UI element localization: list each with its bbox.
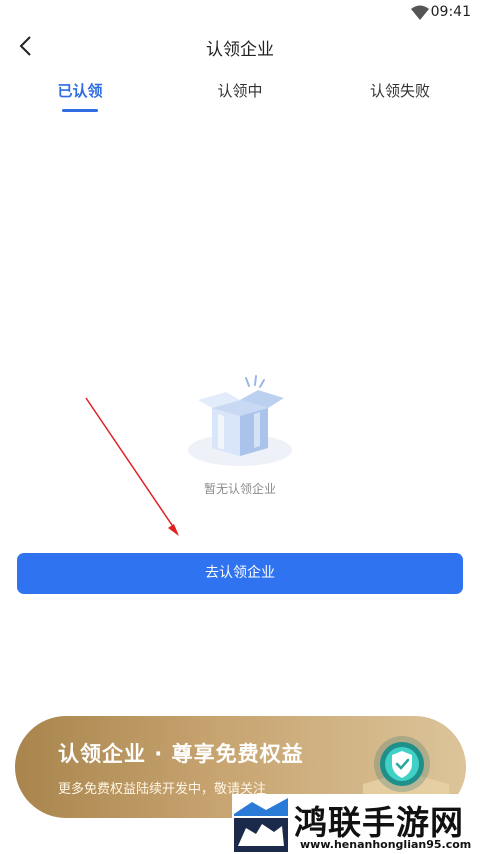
wifi-icon (411, 5, 429, 20)
tab-bar: 已认领 认领中 认领失败 (0, 74, 480, 120)
promo-title: 认领企业 · 尊享免费权益 (58, 742, 304, 766)
watermark-text: 鸿联手游网 (294, 803, 464, 842)
watermark-url: www.henanhonglian95.com (300, 838, 472, 851)
tab-claimed[interactable]: 已认领 (0, 80, 160, 101)
tab-claim-failed[interactable]: 认领失败 (320, 80, 480, 101)
page-title: 认领企业 (206, 40, 274, 60)
watermark-logo-icon (232, 794, 290, 854)
nav-header: 认领企业 (0, 26, 480, 66)
status-time: 09:41 (430, 4, 471, 20)
watermark: 鸿联手游网 www.henanhonglian95.com (232, 794, 472, 854)
status-bar: 09:41 (0, 0, 480, 26)
empty-box-icon (188, 375, 292, 466)
claim-enterprise-button[interactable]: 去认领企业 (17, 553, 463, 594)
active-tab-indicator (62, 109, 98, 112)
tab-claiming[interactable]: 认领中 (160, 80, 320, 101)
empty-state-text: 暂无认领企业 (203, 482, 276, 496)
